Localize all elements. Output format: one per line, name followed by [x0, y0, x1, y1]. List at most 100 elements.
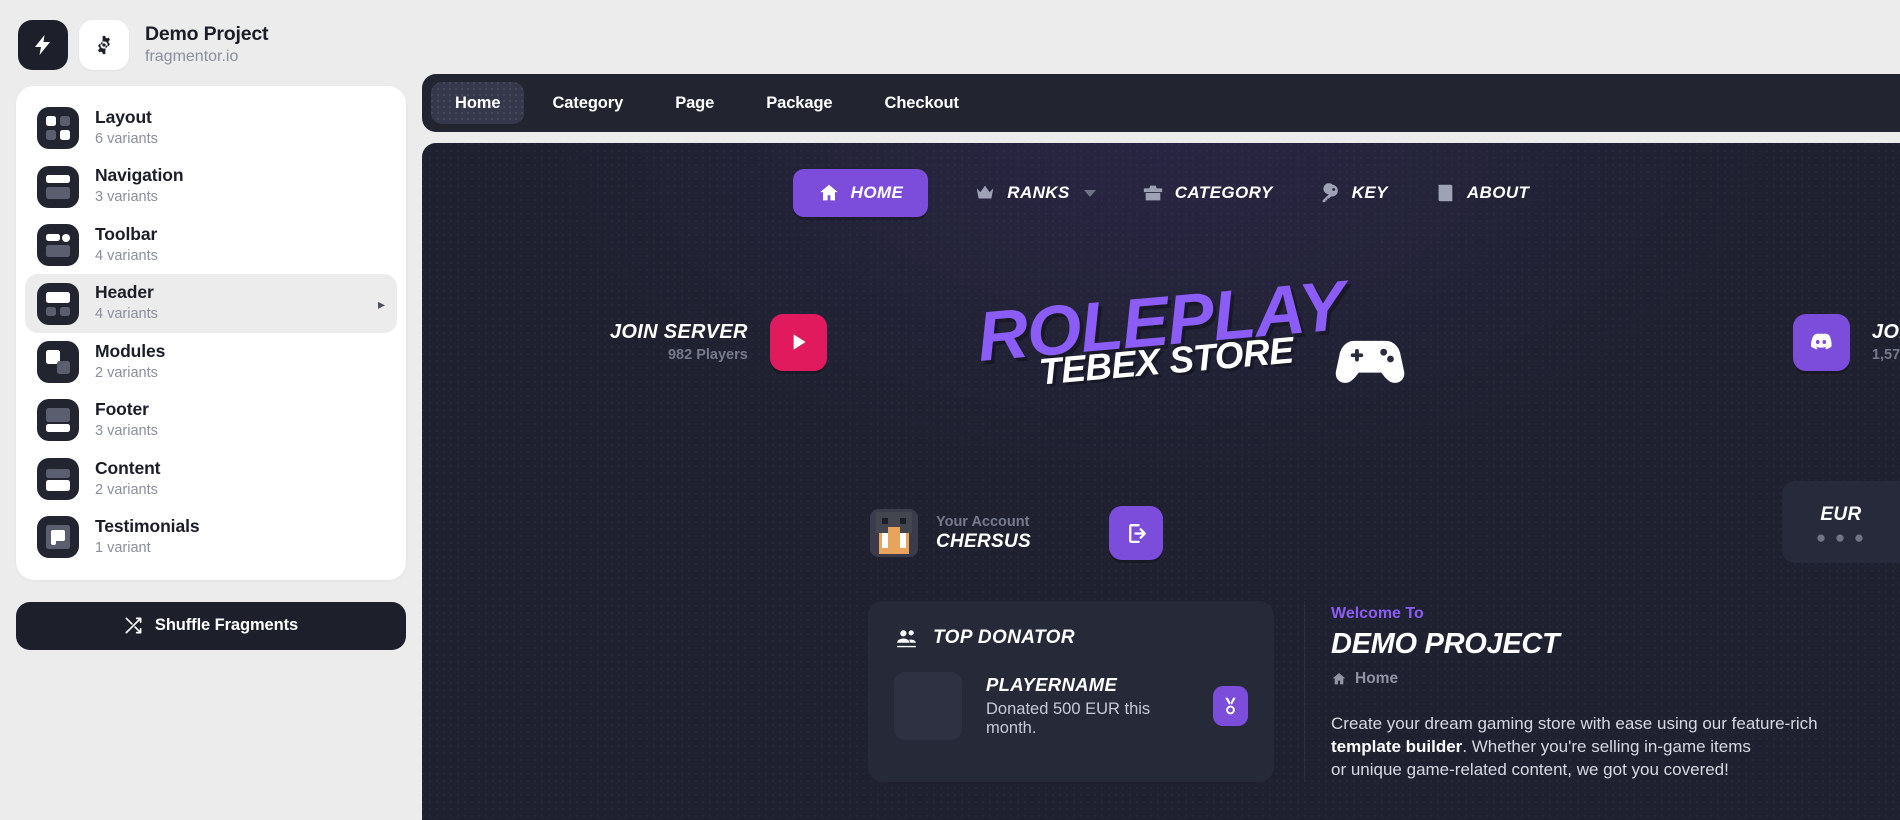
- preview-nav-label: CATEGORY: [1174, 183, 1273, 202]
- join-discord-text: JOIN DISCORD 1,574 Members: [1872, 321, 1900, 363]
- preview-nav-home[interactable]: HOME: [792, 169, 929, 217]
- sidebar-item-layout[interactable]: Layout 6 variants: [25, 99, 397, 157]
- join-server-title: JOIN SERVER: [610, 321, 748, 343]
- tab-home[interactable]: Home: [431, 82, 525, 124]
- join-discord-block[interactable]: JOIN DISCORD 1,574 Members: [1792, 313, 1900, 371]
- tab-package[interactable]: Package: [742, 82, 856, 124]
- people-icon: [894, 625, 919, 650]
- breadcrumb-label: Home: [1355, 670, 1399, 687]
- brand-header: Demo Project fragmentor.io: [16, 14, 406, 86]
- sidebar-item-navigation[interactable]: Navigation 3 variants: [25, 157, 397, 215]
- preview-nav-about[interactable]: ABOUT: [1434, 182, 1529, 204]
- top-donator-title: TOP DONATOR: [933, 626, 1075, 648]
- template-preview: HOME RANKS CATEGORY KEY ABOUT JOIN SERVE…: [422, 143, 1900, 820]
- bolt-icon[interactable]: [18, 20, 68, 70]
- more-options-icon[interactable]: ● ● ●: [1816, 529, 1866, 546]
- join-server-count: 982 Players: [667, 347, 748, 363]
- sidebar-item-label: Layout: [95, 107, 152, 127]
- sidebar-item-variants: 3 variants: [95, 423, 158, 440]
- sidebar: Demo Project fragmentor.io Layout 6 vari…: [0, 0, 422, 820]
- preview-navbar: HOME RANKS CATEGORY KEY ABOUT: [422, 143, 1900, 217]
- toolbar-icon: [37, 224, 79, 267]
- preview-nav-key[interactable]: KEY: [1319, 182, 1388, 204]
- shuffle-fragments-button[interactable]: Shuffle Fragments: [16, 601, 406, 650]
- sidebar-item-modules[interactable]: Modules 2 variants: [25, 333, 397, 391]
- gear-icon[interactable]: [79, 20, 129, 70]
- preview-nav-category[interactable]: CATEGORY: [1142, 182, 1273, 204]
- page-tabs: Home Category Page Package Checkout: [422, 74, 1900, 132]
- preview-nav-ranks[interactable]: RANKS: [974, 182, 1096, 204]
- breadcrumb[interactable]: Home: [1331, 670, 1870, 688]
- sidebar-item-content[interactable]: Content 2 variants: [25, 450, 397, 508]
- sidebar-item-variants: 2 variants: [95, 364, 158, 381]
- top-donator-row: PLAYERNAME Donated 500 EUR this month.: [894, 672, 1248, 740]
- discord-icon[interactable]: [1792, 313, 1850, 371]
- chevron-down-icon[interactable]: [1083, 189, 1096, 197]
- welcome-body-part-2: . Whether you're selling in-game items: [1462, 736, 1751, 756]
- store-logo: ROLEPLAY TEBEX STORE: [974, 266, 1405, 393]
- account-label: Your Account: [936, 513, 1030, 530]
- account-text: Your Account CHERSUS: [936, 514, 1031, 553]
- sidebar-item-testimonials[interactable]: Testimonials 1 variant: [25, 508, 397, 566]
- hero-section: JOIN SERVER 982 Players ROLEPLAY TEBEX S…: [422, 217, 1900, 467]
- welcome-body-strong: template builder: [1331, 736, 1463, 756]
- gamepad-icon: [1333, 334, 1407, 384]
- tab-page[interactable]: Page: [651, 82, 738, 124]
- navigation-bar-icon: [37, 165, 79, 208]
- welcome-body-part-3: or unique game-related content, we got y…: [1331, 759, 1729, 779]
- currency-selector[interactable]: EUR ● ● ●: [1782, 481, 1900, 563]
- donator-meta: PLAYERNAME Donated 500 EUR this month.: [986, 674, 1175, 738]
- join-discord-title: JOIN DISCORD: [1871, 321, 1900, 343]
- sidebar-item-variants: 4 variants: [95, 306, 158, 323]
- shuffle-label: Shuffle Fragments: [154, 616, 299, 634]
- avatar: [870, 509, 918, 557]
- play-icon[interactable]: [769, 313, 827, 371]
- tab-checkout[interactable]: Checkout: [861, 82, 983, 124]
- tab-category[interactable]: Category: [528, 82, 647, 124]
- account-bar: Your Account CHERSUS EUR ● ● ●: [422, 467, 1900, 583]
- sidebar-item-label: Navigation: [95, 165, 184, 186]
- sidebar-item-header[interactable]: Header 4 variants ▸: [25, 274, 397, 333]
- sidebar-item-toolbar[interactable]: Toolbar 4 variants: [25, 216, 397, 274]
- sidebar-item-variants: 2 variants: [95, 481, 158, 498]
- welcome-body-part-1: Create your dream gaming store with ease…: [1331, 714, 1818, 733]
- fragment-list: Layout 6 variants Navigation 3 variants: [16, 86, 406, 580]
- sidebar-item-footer[interactable]: Footer 3 variants: [25, 391, 397, 449]
- header-icon: [37, 282, 79, 325]
- sidebar-item-variants: 1 variant: [95, 539, 151, 556]
- home-icon: [818, 182, 840, 204]
- sidebar-item-label: Content: [95, 457, 161, 478]
- brand-text: Demo Project fragmentor.io: [145, 23, 269, 68]
- sidebar-item-variants: 6 variants: [95, 130, 158, 147]
- sidebar-item-variants: 3 variants: [95, 189, 158, 206]
- sidebar-item-variants: 4 variants: [95, 247, 158, 264]
- welcome-kicker: Welcome To: [1331, 605, 1424, 622]
- welcome-card: Welcome To DEMO PROJECT Home Create your…: [1304, 601, 1900, 782]
- donator-name: PLAYERNAME: [986, 674, 1118, 695]
- top-donator-card: TOP DONATOR PLAYERNAME Donated 500 EUR t…: [868, 601, 1274, 782]
- sidebar-item-label: Footer: [95, 399, 149, 420]
- modules-icon: [37, 340, 79, 383]
- sidebar-item-label: Testimonials: [95, 516, 200, 537]
- preview-nav-label: HOME: [850, 183, 904, 202]
- preview-nav-label: KEY: [1351, 183, 1388, 202]
- join-server-text: JOIN SERVER 982 Players: [610, 321, 748, 363]
- chevron-right-icon[interactable]: ▸: [378, 297, 385, 311]
- preview-column: Home Category Page Package Checkout HOME: [422, 0, 1900, 820]
- join-discord-count: 1,574 Members: [1871, 347, 1900, 363]
- currency-label: EUR: [1820, 503, 1862, 525]
- medal-icon: [1213, 686, 1248, 726]
- preview-nav-label: ABOUT: [1466, 183, 1530, 202]
- book-icon: [1434, 182, 1456, 204]
- donator-detail: Donated 500 EUR this month.: [986, 700, 1151, 737]
- shuffle-icon: [124, 616, 143, 635]
- logout-icon[interactable]: [1109, 506, 1164, 560]
- key-icon: [1319, 182, 1341, 204]
- brand-subtitle: fragmentor.io: [145, 47, 239, 65]
- app-root: Demo Project fragmentor.io Layout 6 vari…: [0, 0, 1900, 820]
- home-icon: [1331, 671, 1347, 687]
- join-server-block[interactable]: JOIN SERVER 982 Players: [610, 313, 827, 371]
- sidebar-item-label: Toolbar: [95, 223, 158, 244]
- layout-grid-icon: [37, 107, 79, 150]
- welcome-title: DEMO PROJECT: [1331, 628, 1560, 660]
